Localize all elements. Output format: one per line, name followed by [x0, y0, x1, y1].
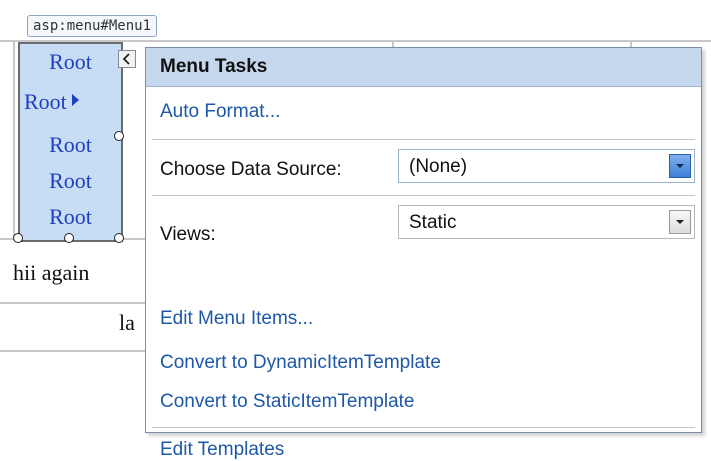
menu-root-item-with-submenu[interactable]: Root [20, 89, 125, 115]
separator [152, 195, 695, 196]
separator [152, 427, 695, 428]
menu-root-item[interactable]: Root [20, 49, 121, 75]
convert-static-template-link[interactable]: Convert to StaticItemTemplate [160, 391, 415, 413]
separator [152, 139, 695, 140]
data-source-dropdown-button[interactable] [669, 154, 691, 178]
convert-dynamic-template-link[interactable]: Convert to DynamicItemTemplate [160, 352, 441, 374]
views-dropdown-button[interactable] [669, 210, 691, 234]
data-source-value: (None) [409, 156, 468, 177]
table-border-left [13, 40, 15, 240]
views-label: Views: [160, 224, 216, 245]
menu-control[interactable]: Root Root Root Root Root [18, 42, 123, 242]
page-text-hii: hii again [13, 260, 90, 285]
resize-handle-right[interactable] [114, 131, 124, 141]
edit-templates-link[interactable]: Edit Templates [160, 439, 284, 461]
chevron-down-icon [676, 220, 684, 224]
edit-menu-items-link[interactable]: Edit Menu Items... [160, 308, 313, 330]
chevron-left-icon [122, 53, 130, 65]
resize-handle-bottom-right[interactable] [114, 233, 124, 243]
data-source-label: Choose Data Source: [160, 159, 342, 180]
menu-root-item[interactable]: Root [20, 132, 121, 158]
menu-root-item[interactable]: Root [20, 204, 121, 230]
table-border-row3 [0, 350, 145, 352]
menu-root-item-label: Root [24, 89, 67, 114]
arrow-right-icon [71, 94, 79, 106]
auto-format-link[interactable]: Auto Format... [160, 101, 280, 123]
resize-handle-bottom-left[interactable] [13, 233, 23, 243]
page-text-la: la [119, 310, 135, 335]
views-select[interactable]: Static [398, 205, 695, 239]
panel-title: Menu Tasks [160, 56, 268, 77]
chevron-down-icon [676, 164, 684, 168]
control-tag[interactable]: asp:menu#Menu1 [27, 15, 158, 37]
menu-root-item[interactable]: Root [20, 168, 121, 194]
smart-tag-collapse-button[interactable] [118, 50, 136, 68]
views-value: Static [409, 212, 457, 233]
table-border-row2 [0, 302, 145, 304]
panel-header: Menu Tasks [146, 48, 701, 87]
resize-handle-bottom[interactable] [64, 233, 74, 243]
smart-tag-panel: Menu Tasks Auto Format... Choose Data So… [145, 47, 702, 460]
data-source-select[interactable]: (None) [398, 149, 695, 183]
